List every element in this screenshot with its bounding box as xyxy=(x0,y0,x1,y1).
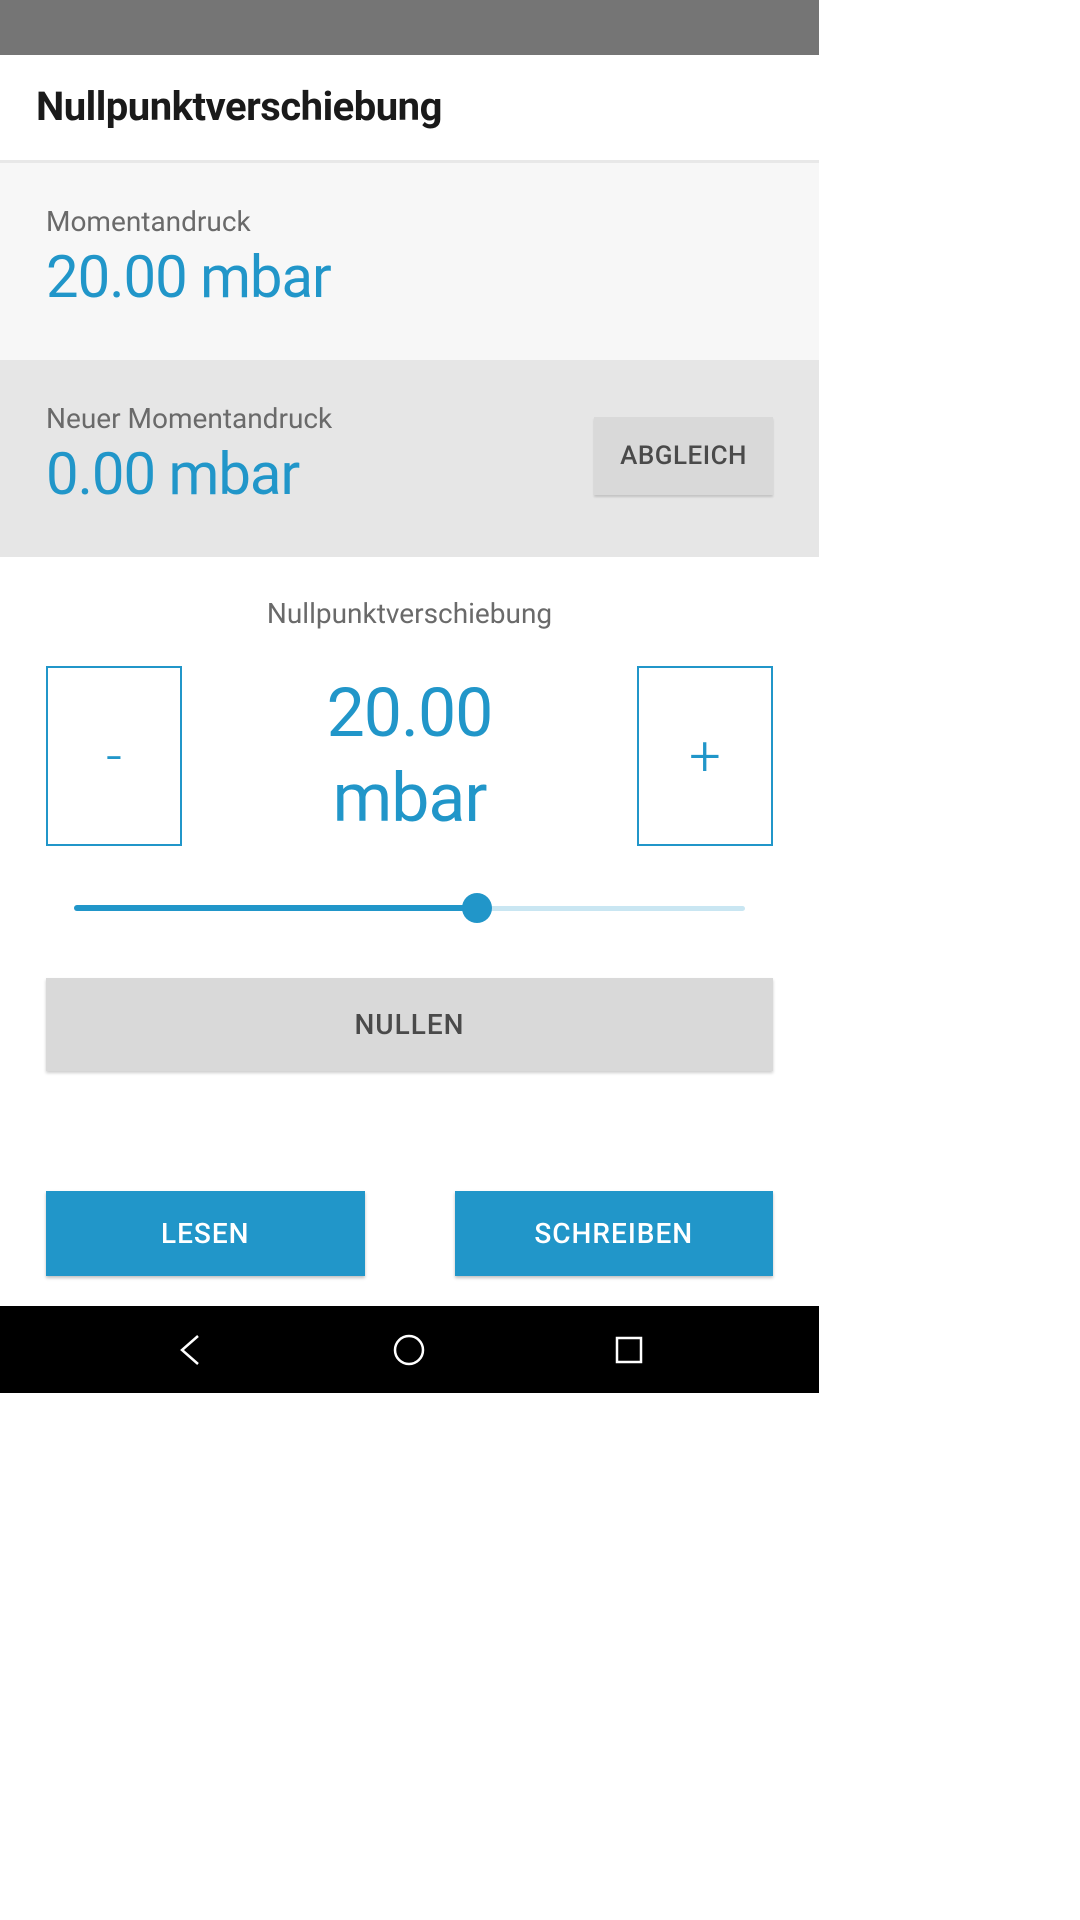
stepper-row: - 20.00 mbar + xyxy=(46,666,773,846)
shift-label: Nullpunktverschiebung xyxy=(46,597,773,630)
new-pressure-value: 0.00 mbar xyxy=(46,441,332,509)
increment-button[interactable]: + xyxy=(637,666,773,846)
adjust-button[interactable]: ABGLEICH xyxy=(594,417,773,495)
home-icon[interactable] xyxy=(391,1332,427,1368)
page-title: Nullpunktverschiebung xyxy=(36,83,783,130)
shift-value-unit: mbar xyxy=(333,758,487,838)
new-pressure-panel: Neuer Momentandruck 0.00 mbar ABGLEICH xyxy=(0,360,819,557)
write-button[interactable]: SCHREIBEN xyxy=(455,1191,774,1276)
slider-thumb[interactable] xyxy=(462,893,492,923)
page-header: Nullpunktverschiebung xyxy=(0,55,819,163)
current-pressure-label: Momentandruck xyxy=(46,205,773,238)
android-nav-bar xyxy=(0,1306,819,1393)
shift-section: Nullpunktverschiebung - 20.00 mbar + NUL… xyxy=(0,557,819,1101)
read-button[interactable]: LESEN xyxy=(46,1191,365,1276)
status-bar xyxy=(0,0,819,55)
new-pressure-label: Neuer Momentandruck xyxy=(46,402,332,435)
slider-fill xyxy=(74,905,477,911)
back-icon[interactable] xyxy=(172,1332,208,1368)
shift-slider[interactable] xyxy=(74,890,745,926)
new-pressure-readout: Neuer Momentandruck 0.00 mbar xyxy=(46,402,332,509)
current-pressure-panel: Momentandruck 20.00 mbar xyxy=(0,163,819,360)
current-pressure-value: 20.00 mbar xyxy=(46,244,773,312)
shift-value: 20.00 mbar xyxy=(327,671,493,841)
slider-container xyxy=(46,890,773,926)
shift-value-number: 20.00 xyxy=(327,673,493,753)
decrement-button[interactable]: - xyxy=(46,666,182,846)
zero-button[interactable]: NULLEN xyxy=(46,978,773,1071)
bottom-actions: LESEN SCHREIBEN xyxy=(0,1101,819,1306)
recent-icon[interactable] xyxy=(611,1332,647,1368)
